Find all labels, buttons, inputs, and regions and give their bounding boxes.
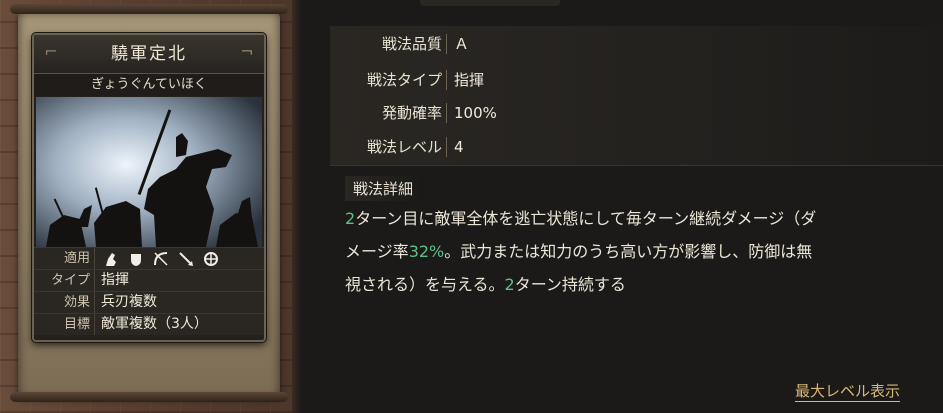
corner-ornament-icon: ⌐	[44, 42, 58, 61]
type-value: 指揮	[101, 272, 129, 288]
unit-type-icons	[95, 251, 219, 267]
skill-type-value: 指揮	[454, 71, 485, 89]
field-row-quality: 戦法品質 Ａ	[330, 26, 943, 63]
quality-label: 戦法品質	[381, 35, 442, 53]
card-row-type: タイプ 指揮	[34, 269, 264, 291]
skill-card: 驍軍定北 ⌐ ¬ ぎょうぐんていほく 適用 タイプ 指揮 効果 兵刃複数 目標 …	[32, 33, 266, 342]
probability-label: 発動確率	[381, 104, 442, 122]
field-separator	[446, 137, 447, 157]
shield-icon	[128, 251, 144, 267]
quality-value: Ａ	[454, 35, 470, 53]
spear-icon	[178, 251, 194, 267]
field-separator	[446, 70, 447, 90]
card-row-applicable: 適用	[34, 247, 264, 269]
description-text: メージ率	[345, 242, 409, 261]
target-label: 目標	[34, 314, 95, 335]
duration-number: 2	[504, 275, 515, 294]
card-row-effect: 効果 兵刃複数	[34, 291, 264, 313]
field-separator	[446, 34, 447, 54]
description-line-3: 視される）を与える。2ターン持続する	[345, 268, 935, 301]
description-text: 。武力または知力のうち高い方が影響し、防御は無	[444, 242, 813, 261]
wood-edge	[292, 0, 302, 413]
scroll-rod-top	[10, 4, 288, 14]
detail-heading: 戦法詳細	[345, 176, 424, 201]
probability-value: 100%	[454, 104, 497, 122]
target-value: 敵軍複数（3人）	[101, 316, 208, 332]
field-row-level: 戦法レベル 4	[330, 129, 943, 166]
skill-reading: ぎょうぐんていほく	[34, 74, 264, 96]
field-separator	[446, 103, 447, 123]
field-row-type: 戦法タイプ 指揮	[330, 62, 943, 99]
skill-name: 驍軍定北	[34, 35, 264, 74]
description-text: ターン持続する	[514, 275, 626, 294]
max-level-link[interactable]: 最大レベル表示	[795, 381, 901, 402]
skill-description: 2ターン目に敵軍全体を逃亡状態にして毎ターン継続ダメージ（ダ メージ率32%。武…	[345, 202, 935, 301]
corner-ornament-icon: ¬	[240, 42, 254, 61]
description-text: ターン目に敵軍全体を逃亡状態にして毎ターン継続ダメージ（ダ	[355, 209, 817, 228]
applicable-label: 適用	[34, 248, 95, 269]
level-label: 戦法レベル	[366, 138, 442, 156]
level-value: 4	[454, 138, 464, 156]
card-row-target: 目標 敵軍複数（3人）	[34, 313, 264, 335]
cavalry-icon	[103, 251, 119, 267]
top-tab-handle	[420, 0, 560, 6]
bow-icon	[153, 251, 169, 267]
chariot-icon	[203, 251, 219, 267]
skill-type-label: 戦法タイプ	[366, 71, 442, 89]
description-line-1: 2ターン目に敵軍全体を逃亡状態にして毎ターン継続ダメージ（ダ	[345, 202, 935, 235]
skill-card-info: 適用 タイプ 指揮 効果 兵刃複数 目標 敵軍複数（3人）	[34, 247, 264, 335]
type-label: タイプ	[34, 270, 95, 291]
description-line-2: メージ率32%。武力または知力のうち高い方が影響し、防御は無	[345, 235, 935, 268]
description-text: 視される）を与える。	[345, 275, 505, 294]
field-row-probability: 発動確率 100%	[330, 95, 943, 132]
turn-number: 2	[345, 209, 356, 228]
scroll-rod-bottom	[10, 392, 288, 402]
effect-label: 効果	[34, 292, 95, 313]
skill-artwork	[36, 97, 262, 247]
effect-value: 兵刃複数	[101, 294, 157, 310]
damage-rate: 32%	[408, 242, 445, 261]
